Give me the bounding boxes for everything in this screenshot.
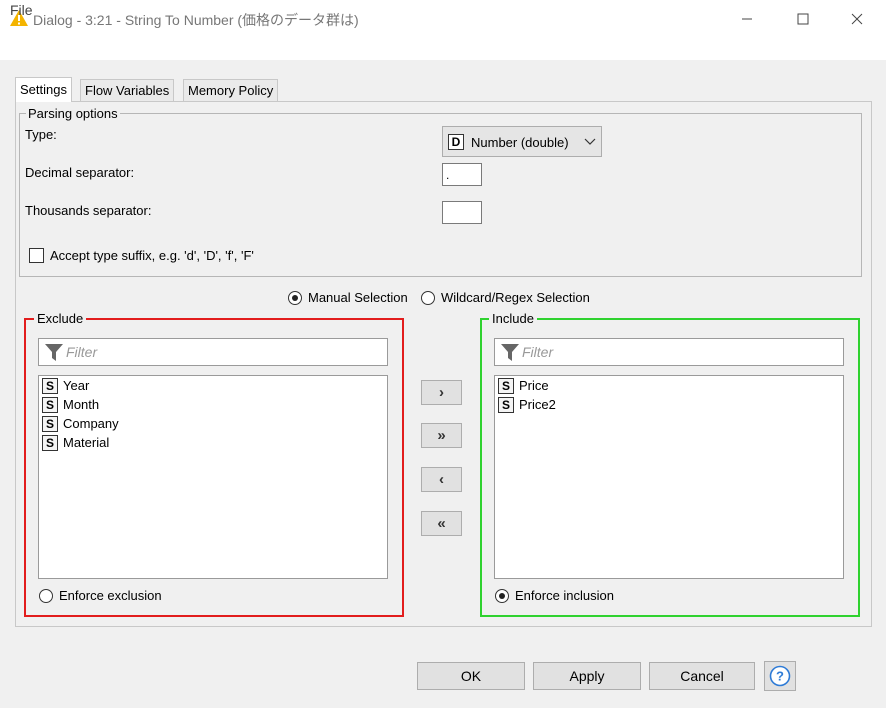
- parsing-options-legend: Parsing options: [26, 106, 120, 121]
- double-type-icon: D: [448, 134, 464, 150]
- close-icon: [851, 13, 863, 25]
- exclude-filter-input[interactable]: [66, 344, 366, 360]
- list-item-label: Year: [63, 378, 90, 394]
- remove-selected-button[interactable]: ‹: [421, 467, 462, 492]
- menu-bar: [0, 38, 886, 60]
- list-item-label: Price: [519, 378, 549, 394]
- tab-flow-variables[interactable]: Flow Variables: [80, 79, 175, 101]
- funnel-icon: [45, 344, 63, 361]
- enforce-inclusion-radio[interactable]: [495, 589, 509, 603]
- radio-selected-dot: [292, 295, 298, 301]
- list-item[interactable]: S Price: [498, 377, 549, 396]
- manual-selection-label: Manual Selection: [308, 290, 408, 305]
- menu-file[interactable]: File: [10, 2, 33, 18]
- accept-suffix-label: Accept type suffix, e.g. 'd', 'D', 'f', …: [50, 248, 254, 263]
- list-item[interactable]: S Material: [42, 434, 109, 453]
- string-type-icon: S: [498, 396, 514, 413]
- wildcard-selection-radio[interactable]: [421, 291, 435, 305]
- wildcard-selection-label: Wildcard/Regex Selection: [441, 290, 590, 305]
- help-glyph: ?: [776, 669, 784, 684]
- list-item-label: Company: [63, 416, 119, 432]
- include-list[interactable]: S Price S Price2: [494, 375, 844, 579]
- ok-button[interactable]: OK: [417, 662, 525, 690]
- exclude-legend: Exclude: [34, 311, 87, 326]
- string-type-icon: S: [42, 434, 58, 451]
- close-button[interactable]: [834, 0, 880, 38]
- manual-selection-radio[interactable]: [288, 291, 302, 305]
- decimal-separator-label: Decimal separator:: [25, 165, 135, 180]
- exclude-filter-box[interactable]: [38, 338, 388, 366]
- cancel-button[interactable]: Cancel: [649, 662, 755, 690]
- tab-settings[interactable]: Settings: [15, 77, 72, 102]
- list-item-label: Material: [63, 435, 110, 451]
- remove-all-button[interactable]: «: [421, 511, 462, 536]
- thousands-separator-input[interactable]: [442, 201, 482, 224]
- decimal-separator-input[interactable]: [442, 163, 482, 186]
- enforce-exclusion-label: Enforce exclusion: [59, 588, 162, 603]
- accept-suffix-checkbox[interactable]: [29, 248, 44, 263]
- enforce-inclusion-label: Enforce inclusion: [515, 588, 614, 603]
- add-selected-button[interactable]: ›: [421, 380, 462, 405]
- window-title: Dialog - 3:21 - String To Number (価格のデータ…: [33, 12, 359, 28]
- include-legend: Include: [489, 311, 537, 326]
- list-item[interactable]: S Month: [42, 396, 99, 415]
- type-label: Type:: [25, 127, 57, 142]
- apply-button[interactable]: Apply: [533, 662, 641, 690]
- list-item[interactable]: S Company: [42, 415, 119, 434]
- radio-selected-dot: [499, 593, 505, 599]
- include-filter-input[interactable]: [522, 344, 822, 360]
- minimize-button[interactable]: [724, 0, 770, 38]
- list-item-label: Month: [63, 397, 100, 413]
- thousands-separator-label: Thousands separator:: [25, 203, 152, 218]
- maximize-icon: [797, 13, 809, 25]
- string-type-icon: S: [42, 415, 58, 432]
- funnel-icon: [501, 344, 519, 361]
- string-type-icon: S: [498, 377, 514, 394]
- list-item-label: Price2: [519, 397, 556, 413]
- enforce-exclusion-radio[interactable]: [39, 589, 53, 603]
- string-type-icon: S: [42, 396, 58, 413]
- add-all-button[interactable]: »: [421, 423, 462, 448]
- maximize-button[interactable]: [780, 0, 826, 38]
- tab-memory-policy[interactable]: Memory Policy: [183, 79, 279, 101]
- list-item[interactable]: S Year: [42, 377, 89, 396]
- minimize-icon: [742, 18, 752, 20]
- list-item[interactable]: S Price2: [498, 396, 556, 415]
- help-icon: ?: [769, 665, 791, 687]
- string-type-icon: S: [42, 377, 58, 394]
- help-button[interactable]: ?: [764, 661, 796, 691]
- type-selected-value: Number (double): [471, 135, 569, 150]
- chevron-down-icon: [584, 138, 596, 145]
- exclude-list[interactable]: S Year S Month S Company S Material: [38, 375, 388, 579]
- include-filter-box[interactable]: [494, 338, 844, 366]
